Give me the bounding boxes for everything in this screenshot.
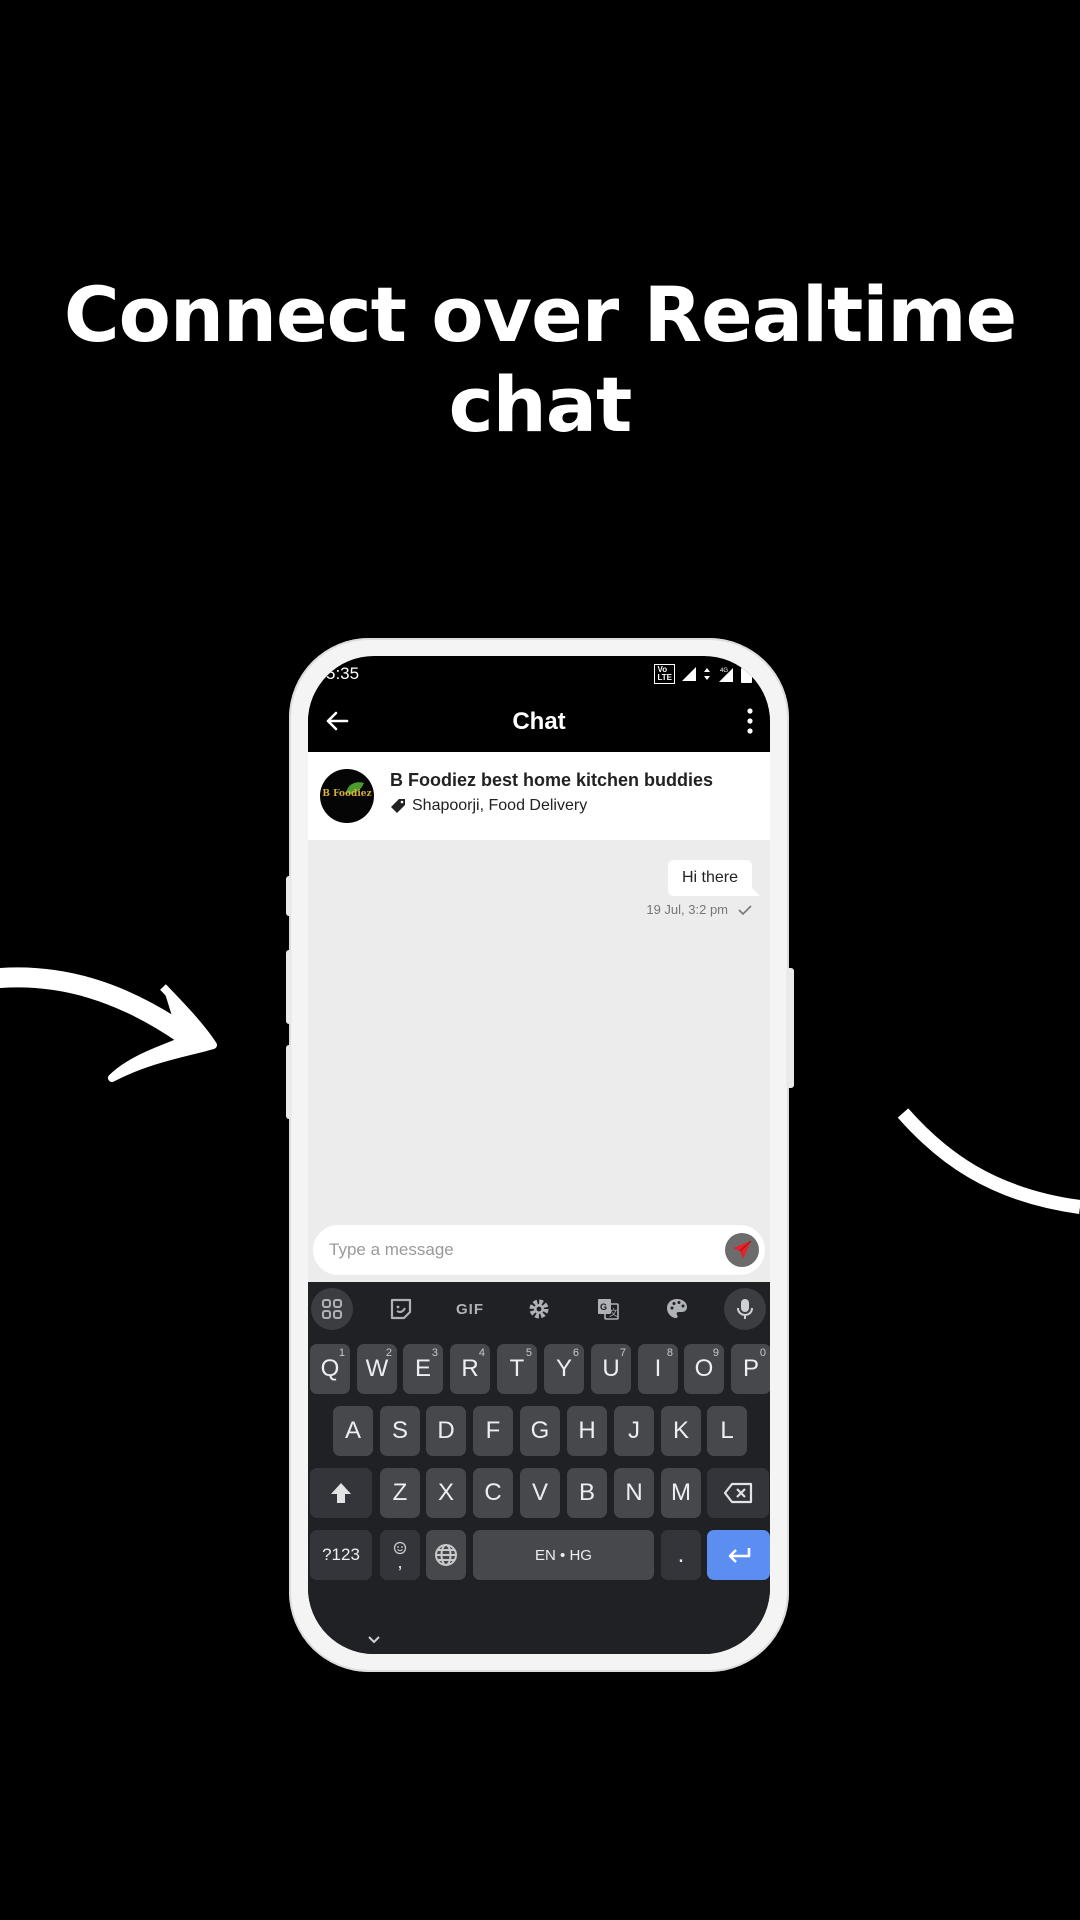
svg-text:G: G bbox=[600, 1302, 607, 1312]
messages-area: Hi there 19 Jul, 3:2 pm bbox=[308, 840, 770, 1220]
key-d[interactable]: D bbox=[426, 1406, 466, 1456]
key-z[interactable]: Z bbox=[380, 1468, 420, 1518]
signal-roaming-icon: 4G bbox=[719, 668, 733, 682]
key-k[interactable]: K bbox=[661, 1406, 701, 1456]
headline-line-1: Connect over Realtime bbox=[63, 270, 1017, 359]
sticker-icon[interactable] bbox=[380, 1288, 422, 1330]
key-e[interactable]: E3 bbox=[403, 1344, 443, 1394]
translate-icon[interactable]: G文 bbox=[587, 1288, 629, 1330]
send-icon bbox=[733, 1240, 752, 1259]
phone-volume-up bbox=[286, 950, 292, 1024]
key-p[interactable]: P0 bbox=[731, 1344, 770, 1394]
chevron-down-icon[interactable] bbox=[366, 1634, 382, 1646]
page-title: Chat bbox=[512, 708, 566, 735]
message-input[interactable] bbox=[329, 1225, 709, 1275]
apps-grid-icon[interactable] bbox=[311, 1288, 353, 1330]
keyboard-toolbar: GIF G文 bbox=[308, 1282, 770, 1338]
arrow-right-decoration bbox=[897, 1108, 1080, 1214]
chat-subtitle-text: Shapoorji, Food Delivery bbox=[412, 797, 588, 814]
shift-key[interactable] bbox=[310, 1468, 372, 1518]
avatar-text: B Foodiez bbox=[322, 789, 372, 799]
key-o[interactable]: O9 bbox=[684, 1344, 724, 1394]
space-key[interactable]: EN • HG bbox=[473, 1530, 654, 1580]
tag-icon bbox=[391, 799, 405, 813]
settings-icon[interactable] bbox=[518, 1288, 560, 1330]
avatar[interactable]: B Foodiez bbox=[320, 769, 374, 823]
key-a[interactable]: A bbox=[333, 1406, 373, 1456]
shift-icon bbox=[331, 1483, 351, 1503]
headline-line-2: chat bbox=[448, 360, 633, 449]
key-f[interactable]: F bbox=[473, 1406, 513, 1456]
more-vert-icon[interactable] bbox=[744, 706, 756, 736]
volte-icon: Vo LTE bbox=[654, 664, 675, 684]
svg-text:文: 文 bbox=[609, 1307, 618, 1318]
language-key[interactable] bbox=[426, 1530, 466, 1580]
message-meta: 19 Jul, 3:2 pm bbox=[646, 902, 752, 917]
key-u[interactable]: U7 bbox=[591, 1344, 631, 1394]
globe-icon bbox=[435, 1544, 457, 1566]
mic-icon[interactable] bbox=[724, 1288, 766, 1330]
send-button[interactable] bbox=[725, 1233, 759, 1267]
signal-icon bbox=[682, 667, 696, 681]
message-time: 19 Jul, 3:2 pm bbox=[646, 902, 728, 917]
symbols-key[interactable]: ?123 bbox=[310, 1530, 372, 1580]
backspace-key[interactable] bbox=[707, 1468, 769, 1518]
phone-power-button bbox=[786, 968, 794, 1088]
composer bbox=[313, 1225, 765, 1275]
chat-name: B Foodiez best home kitchen buddies bbox=[390, 770, 714, 790]
key-g[interactable]: G bbox=[520, 1406, 560, 1456]
phone-volume-down bbox=[286, 1045, 292, 1119]
check-icon bbox=[738, 904, 752, 915]
key-j[interactable]: J bbox=[614, 1406, 654, 1456]
enter-key[interactable] bbox=[707, 1530, 770, 1580]
phone-side-button bbox=[286, 876, 292, 916]
battery-icon bbox=[741, 665, 752, 683]
key-c[interactable]: C bbox=[473, 1468, 513, 1518]
chat-header[interactable]: B Foodiez B Foodiez best home kitchen bu… bbox=[308, 752, 770, 840]
keyboard: GIF G文 Q1 W2 E3 R4 T5 Y6 U7 I8 O 9 P 0 A… bbox=[308, 1282, 770, 1654]
key-l[interactable]: L bbox=[707, 1406, 747, 1456]
composer-bar bbox=[308, 1220, 770, 1282]
key-s[interactable]: S bbox=[380, 1406, 420, 1456]
comma-key[interactable]: , bbox=[380, 1530, 420, 1580]
chat-subtitle: Shapoorji, Food Delivery bbox=[390, 797, 587, 815]
key-h[interactable]: H bbox=[567, 1406, 607, 1456]
message-bubble[interactable]: Hi there bbox=[667, 860, 761, 896]
phone-screen: 5:35 Vo LTE 4G Chat B Foodiez B Foodiez b… bbox=[308, 656, 770, 1654]
backspace-icon bbox=[723, 1482, 753, 1504]
key-m[interactable]: M bbox=[661, 1468, 701, 1518]
palette-icon[interactable] bbox=[656, 1288, 698, 1330]
key-n[interactable]: N bbox=[614, 1468, 654, 1518]
app-bar: Chat bbox=[308, 692, 770, 752]
headline: Connect over Realtime chat bbox=[0, 270, 1080, 450]
status-time: 5:35 bbox=[326, 664, 360, 683]
key-w[interactable]: W2 bbox=[357, 1344, 397, 1394]
key-q[interactable]: Q1 bbox=[310, 1344, 350, 1394]
key-i[interactable]: I8 bbox=[638, 1344, 678, 1394]
svg-text:4G: 4G bbox=[720, 668, 728, 674]
key-r[interactable]: R4 bbox=[450, 1344, 490, 1394]
key-x[interactable]: X bbox=[426, 1468, 466, 1518]
key-y[interactable]: Y6 bbox=[544, 1344, 584, 1394]
key-t[interactable]: T5 bbox=[497, 1344, 537, 1394]
period-key[interactable]: . bbox=[661, 1530, 701, 1580]
arrow-left-decoration bbox=[0, 967, 217, 1082]
gif-button[interactable]: GIF bbox=[449, 1288, 491, 1330]
status-bar: 5:35 Vo LTE 4G bbox=[308, 656, 770, 692]
key-b[interactable]: B bbox=[567, 1468, 607, 1518]
enter-icon bbox=[728, 1548, 750, 1563]
data-arrows-icon bbox=[704, 668, 710, 680]
key-v[interactable]: V bbox=[520, 1468, 560, 1518]
